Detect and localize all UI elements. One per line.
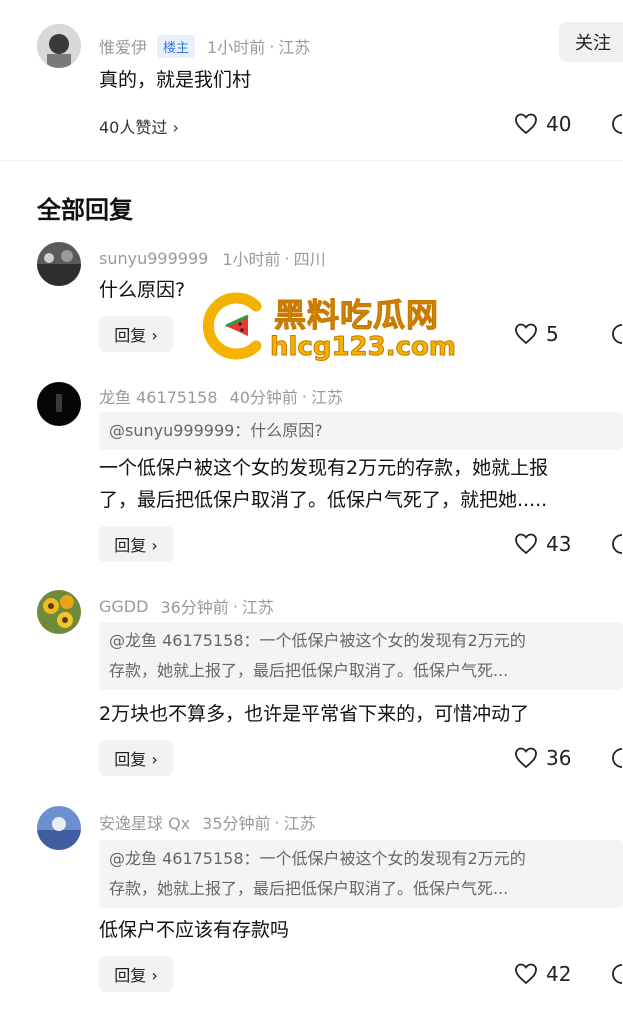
comment-location: 江苏: [283, 814, 316, 833]
author-name[interactable]: 安逸星球 Qx: [99, 810, 190, 834]
heart-icon: [515, 747, 537, 769]
comment-text: 2万块也不算多，也许是平常省下来的，可惜冲动了: [99, 703, 530, 725]
comment-location: 江苏: [311, 388, 344, 407]
comment-meta: 龙鱼 46175158 40分钟前 · 江苏: [99, 384, 343, 408]
comment-location: 江苏: [241, 598, 274, 617]
watermark-url: hlcg123.com: [270, 332, 457, 363]
like-count: 42: [546, 962, 572, 986]
avatar[interactable]: [37, 590, 81, 634]
comment-icon[interactable]: [608, 746, 623, 770]
heart-icon: [515, 323, 537, 345]
comment-time: 36分钟前: [160, 598, 229, 617]
author-name[interactable]: GGDD: [99, 597, 148, 616]
comment-meta: 安逸星球 Qx 35分钟前 · 江苏: [99, 810, 316, 834]
like-count: 43: [546, 532, 572, 556]
like-button[interactable]: 5: [514, 322, 559, 346]
meta-dot: ·: [274, 812, 280, 832]
avatar[interactable]: [37, 806, 81, 850]
follow-button[interactable]: 关注: [559, 22, 623, 62]
like-button[interactable]: 36: [514, 746, 571, 770]
quoted-comment[interactable]: @龙鱼 46175158：一个低保户被这个女的发现有2万元的 存款，她就上报了，…: [99, 840, 623, 908]
comment-text: 真的，就是我们村: [99, 69, 252, 91]
comment-icon[interactable]: [608, 962, 623, 986]
divider: [0, 160, 623, 161]
quote-line: @龙鱼 46175158：一个低保户被这个女的发现有2万元的: [109, 631, 526, 650]
heart-icon: [515, 963, 537, 985]
like-button[interactable]: 40: [514, 112, 571, 136]
meta-dot: ·: [232, 596, 238, 616]
comment-location: 江苏: [278, 38, 311, 57]
top-comment: 惟爱伊 楼主 1小时前 · 江苏 关注 真的，就是我们村 40人赞过 › 40: [0, 0, 623, 160]
like-button[interactable]: 43: [514, 532, 571, 556]
avatar[interactable]: [37, 242, 81, 286]
comment-time: 35分钟前: [202, 814, 271, 833]
watermark-name: 黑料吃瓜网: [273, 296, 440, 335]
comment-meta: GGDD 36分钟前 · 江苏: [99, 594, 274, 618]
meta-dot: ·: [284, 248, 290, 268]
like-button[interactable]: 42: [514, 962, 571, 986]
heart-icon: [515, 113, 537, 135]
meta-dot: ·: [269, 36, 275, 56]
author-name[interactable]: 惟爱伊: [99, 34, 147, 58]
comment-time: 1小时前: [207, 38, 266, 57]
watermark-logo-icon: [202, 292, 262, 360]
comment-text-line: 一个低保户被这个女的发现有2万元的存款，她就上报: [99, 457, 549, 479]
comment-time: 1小时前: [222, 250, 281, 269]
comment-icon[interactable]: [608, 322, 623, 346]
quoted-comment[interactable]: @sunyu999999：什么原因?: [99, 412, 623, 450]
heart-icon: [515, 533, 537, 555]
quoted-comment[interactable]: @龙鱼 46175158：一个低保户被这个女的发现有2万元的 存款，她就上报了，…: [99, 622, 623, 690]
comment-text-line: 了，最后把低保户取消了。低保户气死了，就把她.....: [99, 489, 548, 511]
reply-button[interactable]: 回复 ›: [99, 956, 173, 992]
comment-icon[interactable]: [608, 112, 623, 136]
comment-time: 40分钟前: [229, 388, 298, 407]
comment-meta: 惟爱伊 楼主 1小时前 · 江苏: [99, 34, 310, 58]
meta-dot: ·: [301, 386, 307, 406]
reply-item: GGDD 36分钟前 · 江苏 @龙鱼 46175158：一个低保户被这个女的发…: [0, 588, 623, 788]
reply-button[interactable]: 回复 ›: [99, 526, 173, 562]
comment-text: 低保户不应该有存款吗: [99, 919, 290, 941]
author-name[interactable]: sunyu999999: [99, 249, 208, 268]
reply-button[interactable]: 回复 ›: [99, 740, 173, 776]
avatar[interactable]: [37, 24, 81, 68]
watermark: 黑料吃瓜网 hlcg123.com: [196, 288, 460, 368]
op-badge: 楼主: [157, 34, 196, 58]
reply-item: 龙鱼 46175158 40分钟前 · 江苏 @sunyu999999：什么原因…: [0, 372, 623, 582]
likes-link[interactable]: 40人赞过 ›: [99, 114, 179, 138]
quote-line: 存款，她就上报了，最后把低保户取消了。低保户气死...: [109, 661, 509, 680]
like-count: 5: [546, 322, 559, 346]
like-count: 36: [546, 746, 572, 770]
comment-meta: sunyu999999 1小时前 · 四川: [99, 246, 326, 270]
comment-icon[interactable]: [608, 532, 623, 556]
comment-location: 四川: [293, 250, 326, 269]
author-name[interactable]: 龙鱼 46175158: [99, 384, 218, 408]
quote-line: @龙鱼 46175158：一个低保户被这个女的发现有2万元的: [109, 849, 526, 868]
section-title: 全部回复: [37, 196, 133, 224]
avatar[interactable]: [37, 382, 81, 426]
like-count: 40: [546, 112, 572, 136]
quote-line: 存款，她就上报了，最后把低保户取消了。低保户气死...: [109, 879, 509, 898]
reply-item: 安逸星球 Qx 35分钟前 · 江苏 @龙鱼 46175158：一个低保户被这个…: [0, 802, 623, 1009]
comment-text: 一个低保户被这个女的发现有2万元的存款，她就上报 了，最后把低保户取消了。低保户…: [99, 452, 619, 516]
reply-button[interactable]: 回复 ›: [99, 316, 173, 352]
